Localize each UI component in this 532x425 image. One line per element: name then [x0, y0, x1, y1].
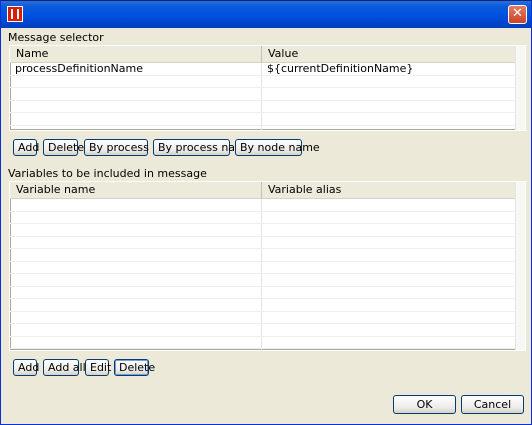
variable-alias-cell[interactable] — [262, 312, 525, 324]
variable-alias-cell[interactable] — [262, 274, 525, 286]
dialog-window: ✕ Message selector Name Value processDef… — [0, 0, 532, 425]
table-header: Variable name Variable alias — [10, 182, 525, 199]
vertical-scrollbar[interactable] — [515, 46, 525, 130]
table-row[interactable] — [10, 224, 525, 237]
table-row[interactable] — [10, 88, 525, 101]
value-cell[interactable] — [262, 113, 525, 125]
by-process-name-button[interactable]: By process name — [153, 139, 253, 156]
add-variable-button[interactable]: Add — [13, 359, 39, 376]
name-cell[interactable] — [10, 75, 262, 87]
variable-name-cell[interactable] — [10, 324, 262, 336]
table-row[interactable] — [10, 125, 525, 131]
variables-label: Variables to be included in message — [8, 167, 207, 180]
value-cell[interactable] — [262, 101, 525, 113]
variable-alias-cell[interactable] — [262, 337, 525, 349]
message-selector-table[interactable]: Name Value processDefinitionName ${curre… — [9, 45, 526, 131]
vertical-scrollbar[interactable] — [515, 182, 525, 350]
variable-name-cell[interactable] — [10, 261, 262, 273]
variable-name-cell[interactable] — [10, 224, 262, 236]
value-cell[interactable] — [262, 76, 525, 88]
table-row[interactable]: processDefinitionName ${currentDefinitio… — [10, 63, 525, 76]
column-header-variable-alias[interactable]: Variable alias — [262, 182, 525, 198]
table-rows — [10, 199, 525, 350]
name-cell[interactable] — [10, 125, 262, 130]
variable-name-cell[interactable] — [10, 311, 262, 323]
add-all-button[interactable]: Add all — [43, 359, 86, 376]
by-process-id-button[interactable]: By process ID — [84, 139, 164, 156]
table-row[interactable] — [10, 324, 525, 337]
message-selector-label: Message selector — [8, 31, 104, 44]
variable-alias-cell[interactable] — [262, 324, 525, 336]
variables-table[interactable]: Variable name Variable alias — [9, 181, 526, 351]
table-row[interactable] — [10, 336, 525, 349]
variable-name-cell[interactable] — [10, 349, 262, 350]
variable-alias-cell[interactable] — [262, 212, 525, 224]
by-node-name-button[interactable]: By node name — [235, 139, 320, 156]
edit-variable-button[interactable]: Edit — [85, 359, 111, 376]
name-cell[interactable] — [10, 88, 262, 100]
delete-selector-button[interactable]: Delete — [43, 139, 84, 156]
name-cell[interactable] — [10, 113, 262, 125]
variable-alias-cell[interactable] — [262, 237, 525, 249]
name-cell[interactable]: processDefinitionName — [10, 63, 262, 75]
variable-alias-cell[interactable] — [262, 299, 525, 311]
variable-name-cell[interactable] — [10, 199, 262, 211]
table-row[interactable] — [10, 100, 525, 113]
variable-name-cell[interactable] — [10, 211, 262, 223]
variable-alias-cell[interactable] — [262, 249, 525, 261]
table-rows: processDefinitionName ${currentDefinitio… — [10, 63, 525, 131]
variable-alias-cell[interactable] — [262, 224, 525, 236]
dialog-content: Message selector Name Value processDefin… — [4, 28, 528, 421]
variable-name-cell[interactable] — [10, 236, 262, 248]
table-row[interactable] — [10, 236, 525, 249]
table-row[interactable] — [10, 75, 525, 88]
variable-name-cell[interactable] — [10, 286, 262, 298]
variable-alias-cell[interactable] — [262, 199, 525, 211]
column-header-name[interactable]: Name — [10, 46, 262, 62]
table-row[interactable] — [10, 199, 525, 212]
table-row[interactable] — [10, 311, 525, 324]
value-cell[interactable] — [262, 88, 525, 100]
table-row[interactable] — [10, 299, 525, 312]
cancel-button[interactable]: Cancel — [461, 395, 524, 414]
name-cell[interactable] — [10, 100, 262, 112]
table-row[interactable] — [10, 274, 525, 287]
table-header: Name Value — [10, 46, 525, 63]
close-button[interactable]: ✕ — [508, 5, 527, 24]
table-row[interactable] — [10, 211, 525, 224]
variable-name-cell[interactable] — [10, 274, 262, 286]
delete-variable-button[interactable]: Delete — [114, 359, 155, 376]
variable-alias-cell[interactable] — [262, 287, 525, 299]
table-row[interactable] — [10, 286, 525, 299]
ok-button[interactable]: OK — [393, 395, 456, 414]
variable-alias-cell[interactable] — [262, 262, 525, 274]
table-row[interactable] — [10, 249, 525, 262]
title-bar[interactable]: ✕ — [1, 1, 531, 28]
column-header-variable-name[interactable]: Variable name — [10, 182, 262, 198]
app-icon — [7, 6, 23, 22]
variable-alias-cell[interactable] — [262, 349, 525, 350]
variable-name-cell[interactable] — [10, 299, 262, 311]
add-selector-button[interactable]: Add — [13, 139, 39, 156]
value-cell[interactable]: ${currentDefinitionName} — [262, 63, 525, 75]
table-row[interactable] — [10, 261, 525, 274]
column-header-value[interactable]: Value — [262, 46, 525, 62]
variable-name-cell[interactable] — [10, 336, 262, 348]
value-cell[interactable] — [262, 126, 525, 131]
table-row[interactable] — [10, 113, 525, 126]
table-row[interactable] — [10, 349, 525, 350]
variable-name-cell[interactable] — [10, 249, 262, 261]
